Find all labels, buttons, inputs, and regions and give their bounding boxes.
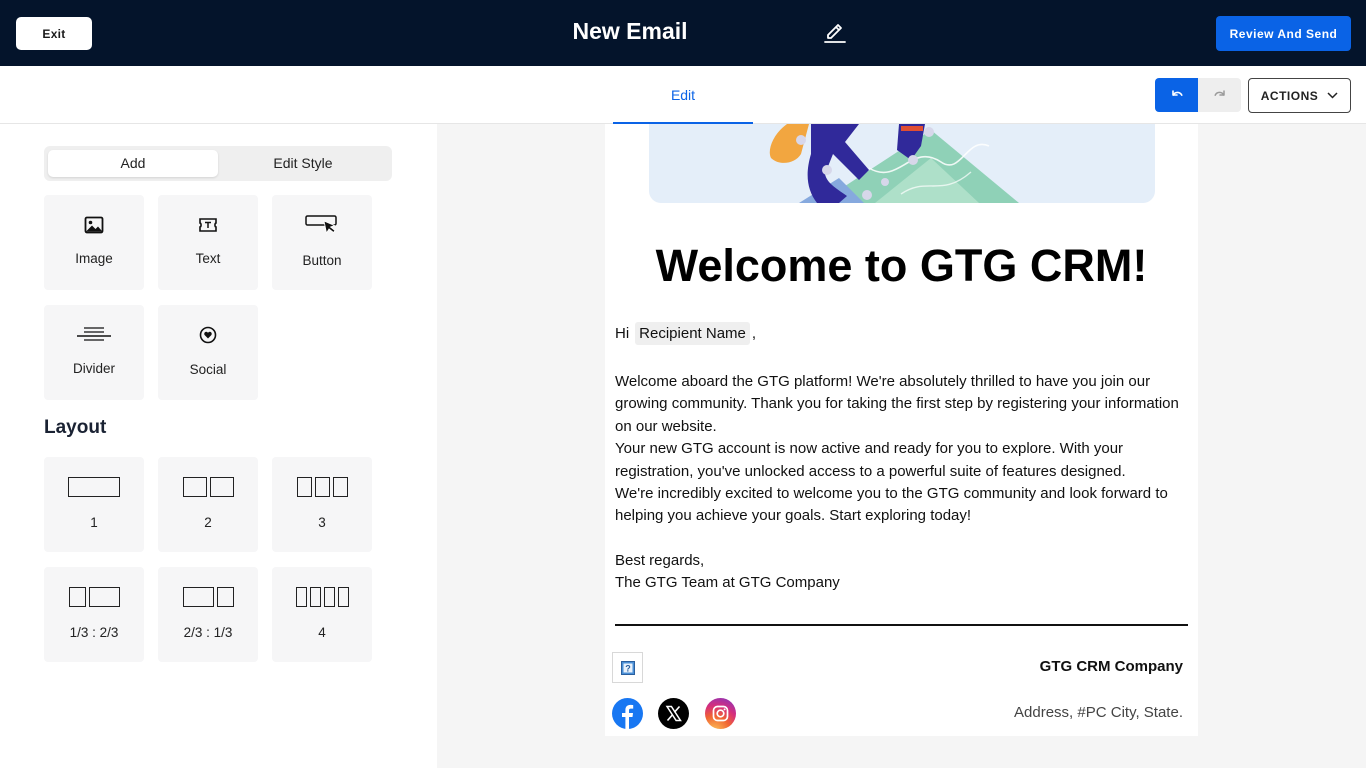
block-button[interactable]: Button <box>272 195 372 290</box>
paragraph: Your new GTG account is now active and r… <box>615 440 1126 480</box>
placeholder-mark: ? <box>625 663 631 673</box>
instagram-icon[interactable] <box>705 698 736 729</box>
redo-icon <box>1213 90 1225 96</box>
layout-2-3-1-3-icon <box>158 587 258 607</box>
facebook-icon[interactable] <box>612 698 643 729</box>
social-icon <box>199 326 217 344</box>
redo-button[interactable] <box>1198 78 1241 112</box>
layout-3-icon <box>272 477 372 497</box>
sign-off-line: Best regards, <box>615 552 705 569</box>
footer-company-name[interactable]: GTG CRM Company <box>1040 658 1183 675</box>
tab-add[interactable]: Add <box>48 150 218 177</box>
editor-toolbar: Edit ACTIONS <box>0 66 1366 124</box>
logo-placeholder[interactable]: ? <box>612 652 643 683</box>
greeting-line[interactable]: Hi Recipient Name , <box>615 322 756 345</box>
signature-line: The GTG Team at GTG Company <box>615 574 840 592</box>
blocks-panel: Add Edit Style Image Text Button Divider… <box>0 124 437 768</box>
layout-label: 2/3 : 1/3 <box>183 625 233 640</box>
review-and-send-button[interactable]: Review And Send <box>1216 16 1351 51</box>
layout-1-3-2-3-icon <box>44 587 144 607</box>
paragraph: We're incredibly excited to welcome you … <box>615 485 1168 525</box>
email-body[interactable]: Welcome to GTG CRM! Hi Recipient Name , … <box>605 124 1198 736</box>
layout-heading: Layout <box>44 417 107 438</box>
actions-dropdown[interactable]: ACTIONS <box>1248 78 1351 113</box>
block-label: Button <box>302 253 342 268</box>
layout-4-icon <box>272 587 372 607</box>
layout-label: 3 <box>318 515 326 530</box>
layout-1-column[interactable]: 1 <box>44 457 144 552</box>
broken-image-icon: ? <box>620 660 635 675</box>
layout-3-columns[interactable]: 3 <box>272 457 372 552</box>
block-label: Social <box>189 362 227 377</box>
greeting-prefix: Hi <box>615 325 630 342</box>
layout-1-3-2-3[interactable]: 1/3 : 2/3 <box>44 567 144 662</box>
layout-label: 1 <box>90 515 98 530</box>
block-social[interactable]: Social <box>158 305 258 400</box>
email-body-text[interactable]: Welcome aboard the GTG platform! We're a… <box>615 371 1190 528</box>
block-image[interactable]: Image <box>44 195 144 290</box>
recipient-name-token[interactable]: Recipient Name <box>635 322 750 345</box>
image-icon <box>84 216 104 234</box>
layout-label: 2 <box>204 515 212 530</box>
layout-2-icon <box>158 477 258 497</box>
paragraph: Welcome aboard the GTG platform! We're a… <box>615 373 1179 435</box>
block-label: Divider <box>72 361 115 376</box>
page-title: New Email <box>572 18 688 44</box>
footer-address[interactable]: Address, #PC City, State. <box>1014 704 1183 721</box>
layout-4-columns[interactable]: 4 <box>272 567 372 662</box>
block-label: Image <box>75 251 113 266</box>
layout-2-3-1-3[interactable]: 2/3 : 1/3 <box>158 567 258 662</box>
block-divider[interactable]: Divider <box>44 305 144 400</box>
email-heading[interactable]: Welcome to GTG CRM! <box>605 240 1198 292</box>
layout-2-columns[interactable]: 2 <box>158 457 258 552</box>
actions-label: ACTIONS <box>1260 88 1319 103</box>
layout-1-icon <box>44 477 144 497</box>
layout-label: 1/3 : 2/3 <box>69 625 119 640</box>
undo-button[interactable] <box>1155 78 1198 112</box>
tab-edit-style[interactable]: Edit Style <box>218 150 388 177</box>
block-text[interactable]: Text <box>158 195 258 290</box>
email-canvas: Welcome to GTG CRM! Hi Recipient Name , … <box>437 124 1366 768</box>
sign-off[interactable]: Best regards, The GTG Team at GTG Compan… <box>615 550 840 595</box>
undo-icon <box>1171 90 1183 96</box>
greeting-suffix: , <box>751 325 757 342</box>
divider-line[interactable] <box>615 624 1188 626</box>
text-icon <box>199 218 217 232</box>
exit-button[interactable]: Exit <box>16 17 92 50</box>
x-icon[interactable] <box>658 698 689 729</box>
tab-edit[interactable]: Edit <box>613 66 753 124</box>
hero-image[interactable] <box>649 124 1155 203</box>
panel-tabs: Add Edit Style <box>44 146 392 181</box>
layout-label: 4 <box>318 625 326 640</box>
button-icon <box>305 215 337 234</box>
block-label: Text <box>195 251 221 266</box>
chevron-down-icon <box>1327 92 1338 99</box>
top-bar: Exit New Email Review And Send <box>0 0 1366 66</box>
divider-icon <box>77 327 111 341</box>
pencil-icon[interactable] <box>822 20 848 46</box>
